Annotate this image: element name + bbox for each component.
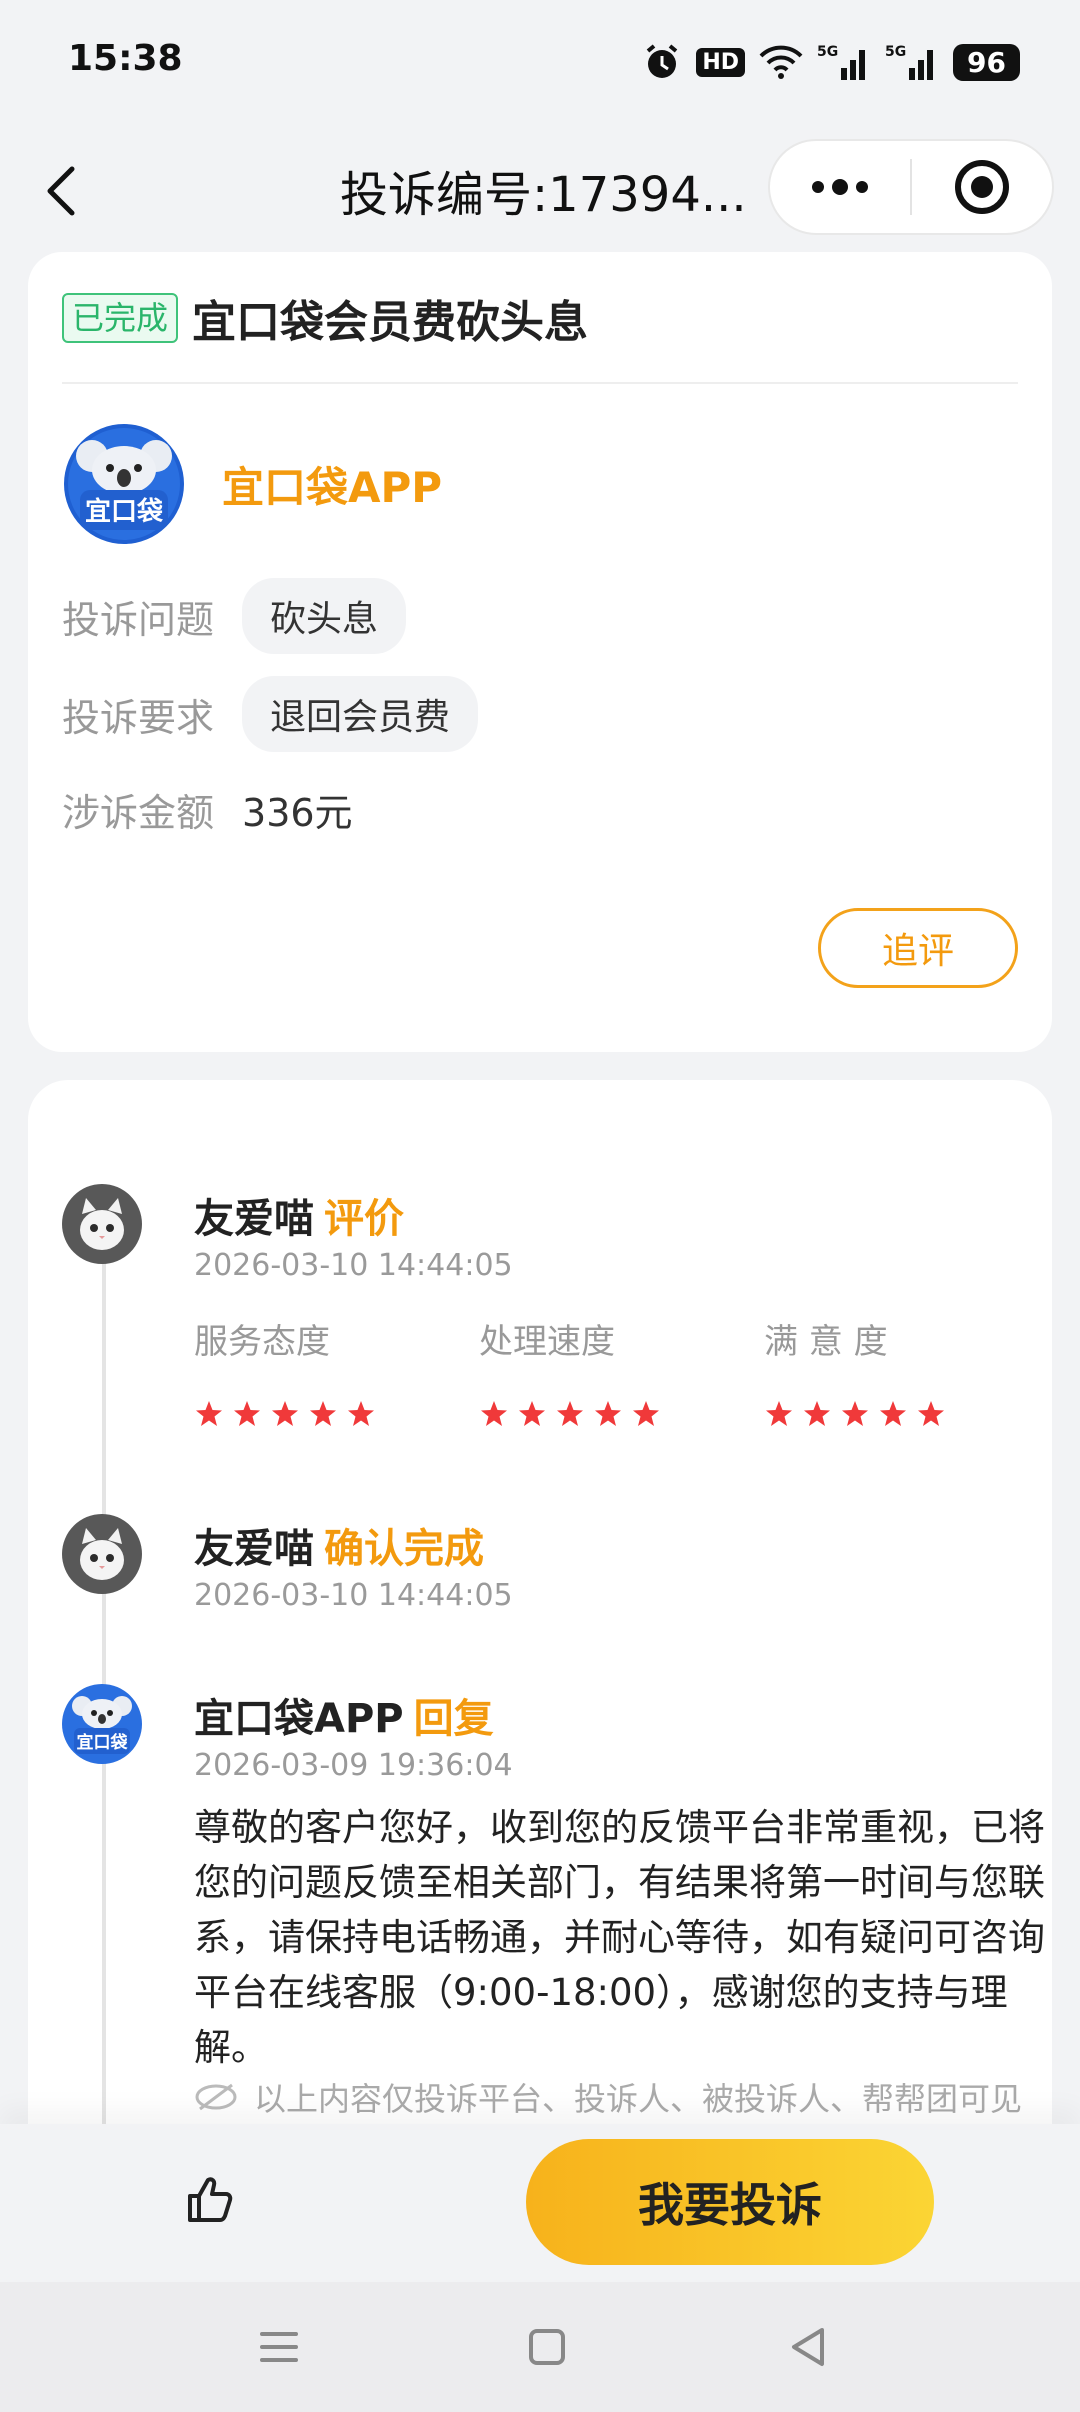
complaint-summary-card: 已完成 宜口袋会员费砍头息 宜口袋 宜口袋APP 投诉问题 砍头息 投诉要求 退… xyxy=(28,252,1052,1052)
demand-label: 投诉要求 xyxy=(62,695,215,740)
status-time: 15:38 xyxy=(68,38,183,79)
company-avatar: 宜口袋 xyxy=(62,1684,142,1764)
rating-label: 满 意 度 xyxy=(764,1322,888,1362)
status-icons: HD 5G 5G 96 xyxy=(642,38,1020,86)
menu-icon xyxy=(260,2332,298,2362)
star-icon xyxy=(842,1401,868,1426)
star-icon xyxy=(766,1401,792,1426)
star-icon xyxy=(234,1401,260,1426)
amount-label: 涉诉金额 xyxy=(62,791,215,835)
company-row[interactable]: 宜口袋 宜口袋APP xyxy=(62,422,442,546)
star-icon xyxy=(481,1401,507,1426)
company-name[interactable]: 宜口袋APP xyxy=(222,454,442,515)
timeline-header: 友爱喵 确认完成 xyxy=(194,1516,484,1574)
like-button[interactable] xyxy=(180,2168,242,2230)
timeline-item-confirm: 友爱喵 确认完成 2026-03-10 14:44:05 xyxy=(62,1514,1022,1634)
timeline-item-rating: 友爱喵 评价 2026-03-10 14:44:05 服务态度 处理速度 满 意 … xyxy=(62,1184,1022,1444)
amount-value: 336元 xyxy=(242,791,353,835)
privacy-note: 以上内容仅投诉平台、投诉人、被投诉人、帮帮团可见 xyxy=(194,2074,1022,2120)
action-label: 评价 xyxy=(324,1196,404,1242)
nav-bar: 投诉编号:17394... xyxy=(0,125,1080,250)
star-rating xyxy=(764,1399,1049,1429)
complaint-amount-row: 涉诉金额 336元 xyxy=(62,782,353,837)
rating-satisfaction: 满 意 度 xyxy=(764,1314,1049,1429)
timestamp: 2026-03-10 14:44:05 xyxy=(194,1248,513,1283)
timestamp: 2026-03-10 14:44:05 xyxy=(194,1578,513,1613)
bottom-action-bar: 我要投诉 xyxy=(0,2124,1080,2282)
user-name: 友爱喵 xyxy=(194,1196,314,1242)
star-icon xyxy=(595,1401,621,1426)
back-nav-button[interactable] xyxy=(784,2322,834,2372)
reply-text: 尊敬的客户您好，收到您的反馈平台非常重视，已将您的问题反馈至相关部门，有结果将第… xyxy=(194,1806,1045,2069)
hidden-eye-icon xyxy=(195,2083,237,2111)
timestamp: 2026-03-09 19:36:04 xyxy=(194,1748,513,1783)
signal-5g-icon: 5G xyxy=(885,42,939,82)
user-name: 友爱喵 xyxy=(194,1526,314,1572)
battery-icon: 96 xyxy=(953,43,1020,81)
privacy-note-text: 以上内容仅投诉平台、投诉人、被投诉人、帮帮团可见 xyxy=(254,2080,1023,2118)
back-icon xyxy=(47,166,75,216)
timeline-header: 宜口袋APP 回复 xyxy=(194,1686,494,1744)
divider xyxy=(62,382,1018,384)
star-icon xyxy=(272,1401,298,1426)
logo-text: 宜口袋 xyxy=(85,496,164,527)
action-label: 回复 xyxy=(413,1696,494,1742)
issue-chip: 砍头息 xyxy=(242,578,407,654)
complaint-title: 宜口袋会员费砍头息 xyxy=(192,297,589,348)
star-icon xyxy=(633,1401,659,1426)
star-rating xyxy=(479,1399,764,1429)
status-badge: 已完成 xyxy=(62,293,179,343)
ratings: 服务态度 处理速度 满 意 度 xyxy=(194,1314,1054,1429)
timeline-item-reply: 宜口袋 宜口袋APP 回复 2026-03-09 19:36:04 尊敬的客户您好… xyxy=(62,1684,1045,2144)
star-icon xyxy=(804,1401,830,1426)
star-icon xyxy=(519,1401,545,1426)
back-button[interactable] xyxy=(36,153,96,223)
star-icon xyxy=(348,1401,374,1426)
timeline-header: 友爱喵 评价 xyxy=(194,1186,404,1244)
wifi-icon xyxy=(759,44,803,80)
star-icon xyxy=(557,1401,583,1426)
svg-text:5G: 5G xyxy=(817,44,838,60)
more-icon xyxy=(812,179,868,195)
home-icon xyxy=(529,2329,565,2365)
rating-processing-speed: 处理速度 xyxy=(479,1314,764,1429)
rating-label: 处理速度 xyxy=(479,1322,615,1362)
home-nav-button[interactable] xyxy=(522,2322,572,2372)
avatar xyxy=(62,1514,142,1594)
star-rating xyxy=(194,1399,479,1429)
follow-up-review-button[interactable]: 追评 xyxy=(818,908,1018,988)
more-button[interactable] xyxy=(770,141,910,233)
company-name: 宜口袋APP xyxy=(194,1696,404,1742)
issue-label: 投诉问题 xyxy=(62,597,215,642)
svg-text:5G: 5G xyxy=(885,44,906,60)
star-icon xyxy=(310,1401,336,1426)
complaint-issue-row: 投诉问题 砍头息 xyxy=(62,578,407,654)
alarm-icon xyxy=(642,42,682,82)
demand-chip: 退回会员费 xyxy=(242,676,479,752)
menu-nav-button[interactable] xyxy=(254,2322,304,2372)
page-title: 投诉编号:17394... xyxy=(340,167,747,223)
thumbs-up-icon xyxy=(188,2177,233,2222)
triangle-back-icon xyxy=(792,2328,824,2366)
company-logo: 宜口袋 xyxy=(64,424,184,544)
avatar xyxy=(62,1184,142,1264)
complaint-demand-row: 投诉要求 退回会员费 xyxy=(62,676,479,752)
status-bar: 15:38 HD 5G 5G 96 xyxy=(0,0,1080,125)
star-icon xyxy=(196,1401,222,1426)
logo-text: 宜口袋 xyxy=(77,1732,129,1753)
rating-service-attitude: 服务态度 xyxy=(194,1314,479,1429)
system-navigation-bar xyxy=(0,2282,1080,2412)
mini-program-capsule xyxy=(768,139,1054,235)
hd-icon: HD xyxy=(696,47,746,77)
close-miniprogram-button[interactable] xyxy=(912,141,1052,233)
signal-5g-icon: 5G xyxy=(817,42,871,82)
complaint-title-row: 已完成 宜口袋会员费砍头息 xyxy=(62,286,588,350)
star-icon xyxy=(918,1401,944,1426)
star-icon xyxy=(880,1401,906,1426)
action-label: 确认完成 xyxy=(324,1526,484,1572)
target-icon xyxy=(954,160,1009,214)
rating-label: 服务态度 xyxy=(194,1322,330,1362)
submit-complaint-button[interactable]: 我要投诉 xyxy=(526,2139,934,2265)
